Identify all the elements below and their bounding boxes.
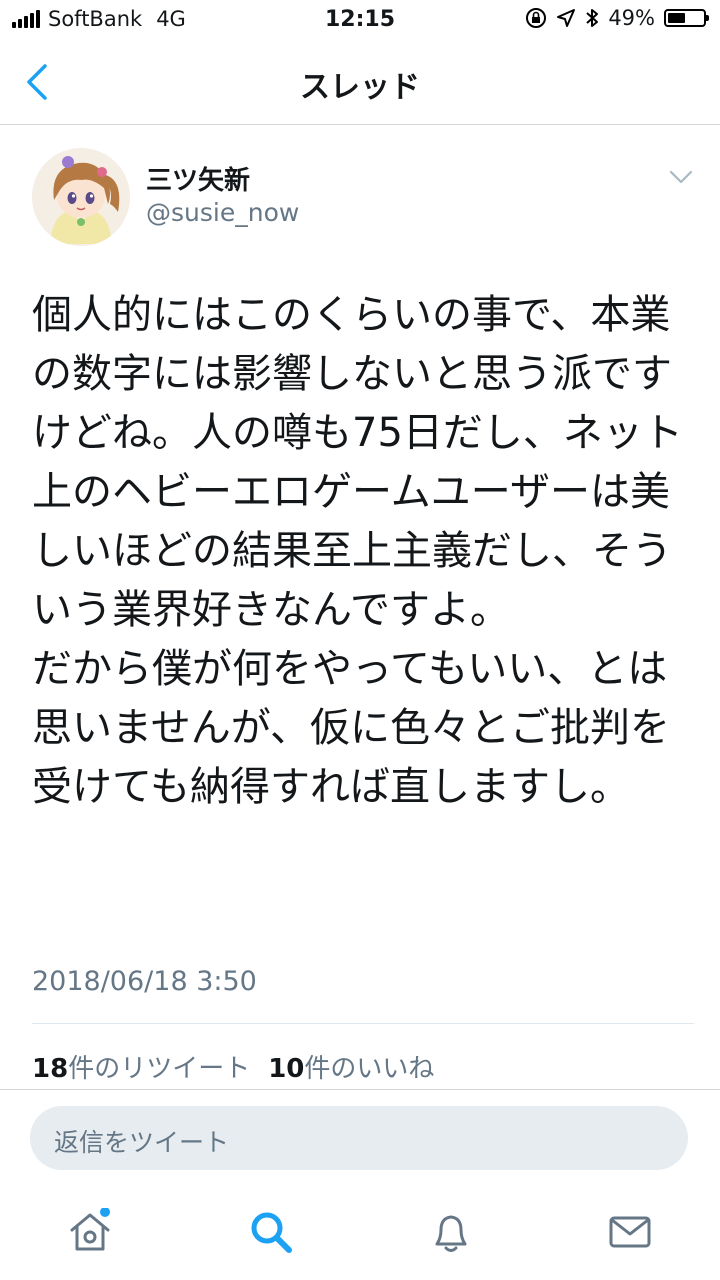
avatar-illustration	[32, 148, 130, 246]
orientation-lock-icon	[526, 8, 547, 28]
tweet-timestamp: 2018/06/18 3:50	[32, 966, 257, 997]
battery-percent: 49%	[608, 6, 655, 30]
page-title: スレッド	[300, 70, 420, 105]
author-name[interactable]: 三ツ矢新	[146, 160, 250, 197]
chevron-down-icon[interactable]	[668, 168, 694, 186]
status-bar: SoftBank 4G 12:15 49%	[0, 0, 720, 40]
tab-bar	[0, 1190, 720, 1280]
bluetooth-icon	[586, 9, 599, 27]
nav-bar: スレッド	[0, 40, 720, 125]
bell-icon[interactable]	[427, 1208, 475, 1256]
status-right: 49%	[525, 6, 709, 30]
divider	[0, 1089, 720, 1090]
reply-placeholder: 返信をツイート	[54, 1128, 230, 1157]
retweet-stat[interactable]: 18件のリツイート	[32, 1048, 250, 1085]
author-handle[interactable]: @susie_now	[146, 198, 299, 227]
home-icon[interactable]	[66, 1208, 114, 1256]
avatar[interactable]	[32, 148, 130, 246]
tweet-text: 個人的にはこのくらいの事で、本業の数字には影響しないと思う派ですけどね。人の噂も…	[32, 292, 683, 810]
like-stat[interactable]: 10件のいいね	[268, 1048, 434, 1085]
tweet-stats: 18件のリツイート 10件のいいね	[32, 1048, 434, 1085]
mail-icon[interactable]	[606, 1208, 654, 1256]
retweet-count: 18	[32, 1054, 69, 1084]
battery-icon	[664, 9, 709, 27]
search-icon[interactable]	[247, 1208, 295, 1256]
retweet-label: 件のリツイート	[68, 1054, 251, 1084]
location-icon	[557, 9, 576, 27]
divider	[32, 1023, 694, 1024]
reply-input[interactable]: 返信をツイート	[30, 1106, 688, 1170]
battery-fill	[668, 13, 685, 23]
like-count: 10	[268, 1054, 305, 1084]
like-label: 件のいいね	[304, 1054, 435, 1084]
